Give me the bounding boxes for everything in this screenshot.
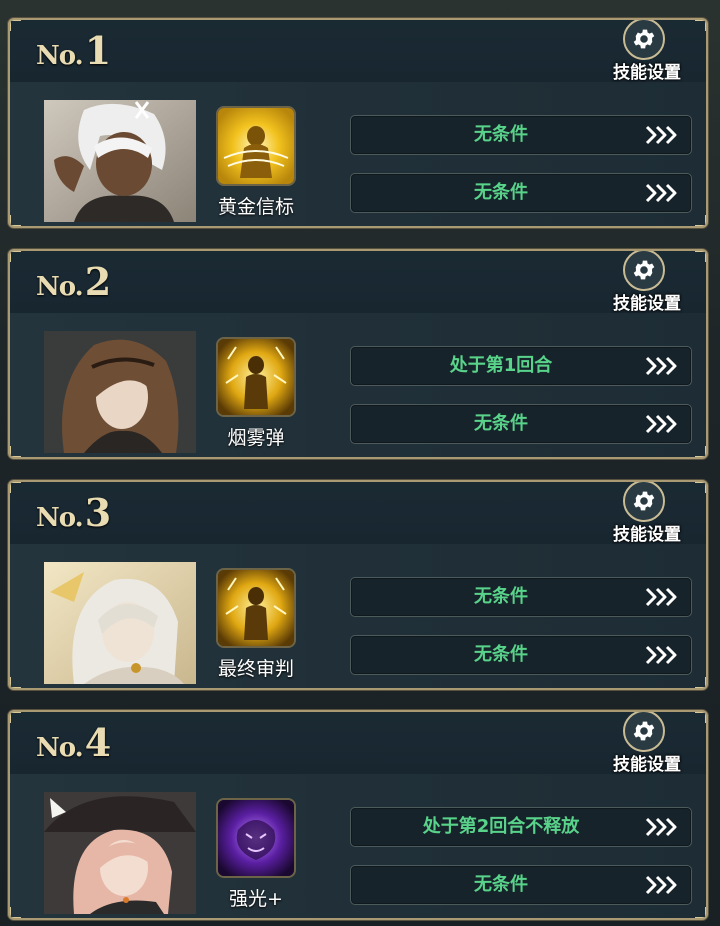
skill-name: 强光+ xyxy=(229,888,283,910)
condition-text: 无条件 xyxy=(474,644,528,665)
golden-beacon-icon[interactable] xyxy=(216,106,296,186)
condition-button-2[interactable]: 无条件 xyxy=(350,865,692,905)
rank-number: 4 xyxy=(84,720,112,765)
slot-rank-2: No. 2 xyxy=(36,259,111,304)
skill-order-screen: No. 1 技能设置 黄金信标 无条件 无条件 No. 2 技能设置 烟雾弹 处… xyxy=(0,0,720,926)
condition-button-1[interactable]: 无条件 xyxy=(350,577,692,617)
skill-settings-label: 技能设置 xyxy=(613,63,681,83)
triple-chevron-right-icon xyxy=(643,181,681,205)
rank-number: 2 xyxy=(84,259,112,304)
gear-icon xyxy=(623,482,665,522)
skill-slot-card-3: No. 3 技能设置 最终审判 无条件 无条件 xyxy=(8,480,708,690)
smoke-bomb-icon[interactable] xyxy=(216,337,296,417)
triple-chevron-right-icon xyxy=(643,354,681,378)
condition-text: 无条件 xyxy=(474,874,528,895)
triple-chevron-right-icon xyxy=(643,585,681,609)
skill-slot-card-4: No. 4 技能设置 强光+ 处于第2回合不释放 无条件 xyxy=(8,710,708,920)
skill-settings-button[interactable]: 技能设置 xyxy=(604,482,690,545)
skill-slot-card-2: No. 2 技能设置 烟雾弹 处于第1回合 无条件 xyxy=(8,249,708,459)
condition-button-2[interactable]: 无条件 xyxy=(350,173,692,213)
rank-number: 3 xyxy=(84,490,112,535)
triple-chevron-right-icon xyxy=(643,123,681,147)
rank-number: 1 xyxy=(84,28,112,73)
triple-chevron-right-icon xyxy=(643,873,681,897)
condition-text: 无条件 xyxy=(474,413,528,434)
slot-rank-4: No. 4 xyxy=(36,720,111,765)
strong-light-icon[interactable] xyxy=(216,798,296,878)
character-portrait[interactable] xyxy=(44,792,196,914)
skill-settings-label: 技能设置 xyxy=(613,525,681,545)
character-portrait[interactable] xyxy=(44,331,196,453)
gear-icon xyxy=(623,712,665,752)
rank-prefix: No. xyxy=(36,272,84,302)
skill-settings-label: 技能设置 xyxy=(613,294,681,314)
condition-text: 无条件 xyxy=(474,182,528,203)
rank-prefix: No. xyxy=(36,503,84,533)
condition-text: 无条件 xyxy=(474,586,528,607)
character-portrait[interactable] xyxy=(44,562,196,684)
condition-button-2[interactable]: 无条件 xyxy=(350,404,692,444)
rank-prefix: No. xyxy=(36,41,84,71)
final-judgment-icon[interactable] xyxy=(216,568,296,648)
condition-button-2[interactable]: 无条件 xyxy=(350,635,692,675)
condition-text: 处于第2回合不释放 xyxy=(422,816,580,837)
skill-settings-button[interactable]: 技能设置 xyxy=(604,712,690,775)
rank-prefix: No. xyxy=(36,733,84,763)
skill-settings-button[interactable]: 技能设置 xyxy=(604,251,690,314)
skill-settings-label: 技能设置 xyxy=(613,755,681,775)
slot-rank-1: No. 1 xyxy=(36,28,111,73)
skill-settings-button[interactable]: 技能设置 xyxy=(604,20,690,83)
condition-text: 无条件 xyxy=(474,124,528,145)
condition-text: 处于第1回合 xyxy=(449,355,553,376)
character-portrait[interactable] xyxy=(44,100,196,222)
condition-button-1[interactable]: 无条件 xyxy=(350,115,692,155)
skill-name: 烟雾弹 xyxy=(227,427,285,449)
triple-chevron-right-icon xyxy=(643,643,681,667)
gear-icon xyxy=(623,251,665,291)
triple-chevron-right-icon xyxy=(643,412,681,436)
condition-button-1[interactable]: 处于第1回合 xyxy=(350,346,692,386)
slot-rank-3: No. 3 xyxy=(36,490,111,535)
triple-chevron-right-icon xyxy=(643,815,681,839)
skill-slot-card-1: No. 1 技能设置 黄金信标 无条件 无条件 xyxy=(8,18,708,228)
skill-name: 黄金信标 xyxy=(217,196,294,218)
condition-button-1[interactable]: 处于第2回合不释放 xyxy=(350,807,692,847)
skill-name: 最终审判 xyxy=(217,658,294,680)
gear-icon xyxy=(623,20,665,60)
